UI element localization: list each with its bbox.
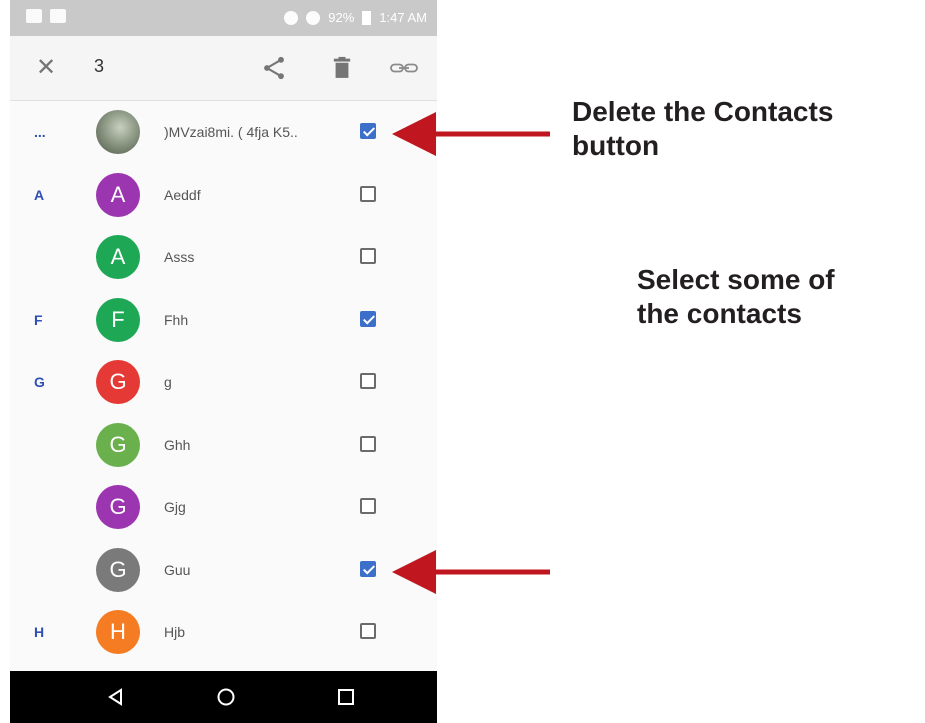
contact-checkbox[interactable] [360, 498, 376, 514]
contact-avatar: G [96, 485, 140, 529]
section-letter [34, 226, 54, 289]
contact-list: ... )MVzai8mi. ( 4fja K5.. A A Aeddf A A… [10, 101, 437, 664]
contact-checkbox[interactable] [360, 373, 376, 389]
contact-checkbox[interactable] [360, 435, 376, 452]
contact-name: Gjg [164, 499, 186, 515]
contact-avatar: H [96, 610, 140, 654]
status-bar: 92% 1:47 AM [10, 0, 437, 36]
link-icon[interactable] [388, 54, 420, 82]
contact-name: Aeddf [164, 186, 201, 203]
navigation-bar [10, 671, 437, 723]
contact-checkbox[interactable] [360, 185, 376, 202]
contact-avatar: G [96, 547, 140, 592]
section-letter: F [34, 311, 43, 328]
contact-name: Asss [164, 249, 195, 265]
contact-avatar: F [96, 297, 140, 342]
section-letter: A [34, 186, 45, 203]
section-letter: H [34, 624, 45, 640]
selected-count: 3 [94, 56, 105, 76]
delete-annotation: Delete the Contacts button [572, 95, 833, 163]
contact-avatar: A [96, 235, 140, 279]
contact-name: Guu [164, 561, 191, 578]
wifi-icon [306, 10, 321, 25]
contact-avatar: G [96, 360, 140, 404]
contact-name: Ghh [164, 436, 191, 453]
delete-icon[interactable] [328, 54, 356, 82]
home-icon[interactable] [196, 671, 256, 723]
contact-row[interactable]: A A Aeddf [10, 164, 437, 227]
contact-name: g [164, 374, 172, 390]
contact-checkbox[interactable] [360, 623, 376, 639]
selection-toolbar: ✕ 3 [10, 36, 437, 101]
recents-icon[interactable] [316, 671, 376, 723]
select-annotation-line2: the contacts [637, 298, 802, 329]
share-icon[interactable] [260, 54, 288, 82]
section-letter: ... [34, 124, 46, 140]
contact-row[interactable]: G Gjg [10, 476, 437, 539]
contact-row[interactable]: A Asss [10, 226, 437, 289]
contact-avatar: G [96, 422, 140, 467]
battery-percent: 92% [328, 10, 355, 25]
section-letter [34, 539, 54, 602]
message-notification-icon [50, 9, 66, 23]
contact-checkbox[interactable] [360, 123, 376, 139]
vibrate-icon [284, 10, 299, 25]
contact-row[interactable]: F F Fhh [10, 289, 437, 352]
contact-name: Hjb [164, 624, 186, 640]
contact-row[interactable]: G Ghh [10, 414, 437, 477]
section-letter [34, 414, 54, 477]
gallery-notification-icon [26, 9, 42, 23]
delete-annotation-line2: button [572, 130, 660, 161]
section-letter: G [34, 374, 45, 390]
contact-checkbox[interactable] [360, 560, 376, 577]
select-annotation: Select some of the contacts [637, 263, 835, 331]
back-icon[interactable] [86, 671, 146, 723]
contact-row[interactable]: H H Hjb [10, 601, 437, 664]
close-icon[interactable]: ✕ [32, 54, 60, 82]
contact-avatar: A [96, 172, 140, 217]
contact-row[interactable]: G Guu [10, 539, 437, 602]
contact-name: )MVzai8mi. ( 4fja K5.. [164, 124, 298, 140]
contact-row[interactable]: G G g [10, 351, 437, 414]
battery-icon [362, 10, 372, 25]
phone-screen: 92% 1:47 AM ✕ 3 ... )MVzai8mi. (4fja K5… [10, 0, 437, 723]
contact-checkbox[interactable] [360, 248, 376, 264]
select-annotation-line1: Select some of [637, 264, 835, 295]
section-letter [34, 476, 54, 539]
clock: 1:47 AM [379, 10, 427, 25]
contact-checkbox[interactable] [360, 310, 376, 327]
contact-row[interactable]: ... )MVzai8mi. ( 4fja K5.. [10, 101, 437, 164]
contact-name: Fhh [164, 311, 189, 328]
delete-annotation-line1: Delete the Contacts [572, 96, 834, 127]
contact-photo-avatar [96, 110, 140, 154]
